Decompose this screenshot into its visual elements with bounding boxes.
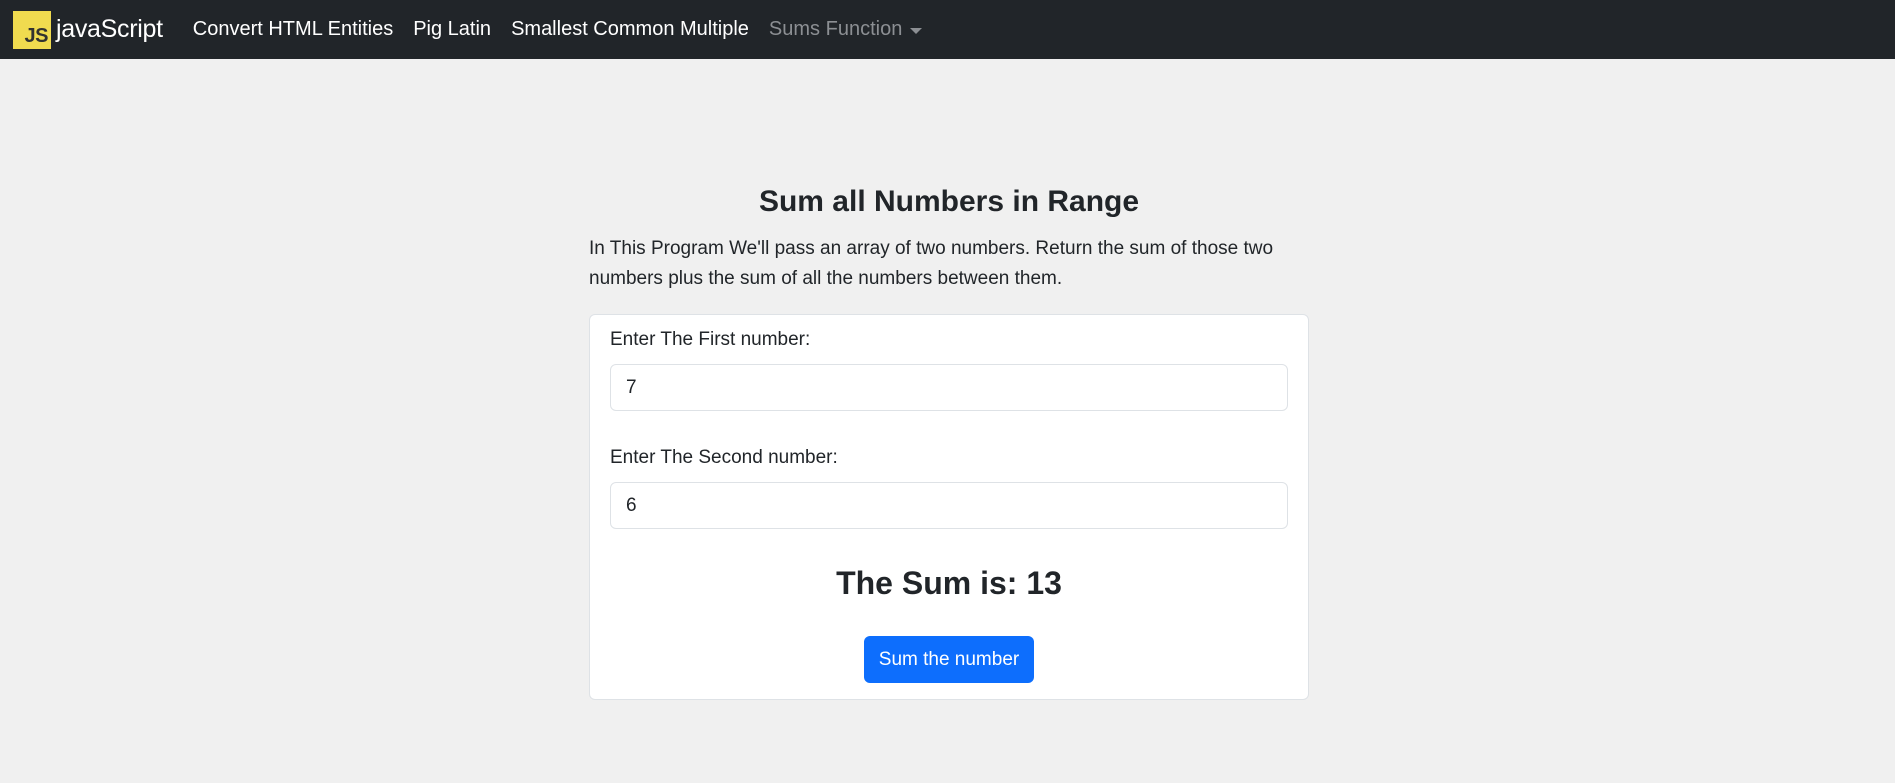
navbar: JS javaScript Convert HTML Entities Pig …	[0, 0, 1895, 59]
sum-form-card: Enter The First number: Enter The Second…	[589, 314, 1309, 700]
nav-link-convert-html-entities[interactable]: Convert HTML Entities	[193, 18, 393, 41]
logo-text: JS	[24, 24, 49, 47]
nav-dropdown-label: Sums Function	[768, 18, 903, 40]
page-title: Sum all Numbers in Range	[758, 185, 1140, 218]
sum-result: The Sum is: 13	[836, 565, 1062, 601]
js-logo-icon: JS	[13, 10, 51, 49]
caret-down-icon	[910, 27, 923, 34]
nav-links: Convert HTML Entities Pig Latin Smallest…	[193, 18, 943, 41]
page-description: In This Program We'll pass an array of t…	[589, 238, 1274, 289]
sum-button[interactable]: Sum the number	[863, 636, 1035, 683]
main-content: Sum all Numbers in Range In This Program…	[589, 185, 1309, 700]
brand-name: javaScript	[56, 15, 163, 43]
first-number-label: Enter The First number:	[610, 329, 811, 350]
nav-link-pig-latin[interactable]: Pig Latin	[413, 18, 491, 41]
button-wrapper: Sum the number	[610, 636, 1288, 683]
nav-dropdown-sums-function[interactable]: Sums Function	[768, 18, 923, 41]
second-number-input[interactable]	[610, 482, 1288, 529]
first-number-input[interactable]	[610, 364, 1288, 411]
brand-link[interactable]: JS javaScript	[13, 10, 163, 49]
nav-link-smallest-common-multiple[interactable]: Smallest Common Multiple	[511, 18, 749, 41]
second-number-label: Enter The Second number:	[610, 447, 838, 468]
